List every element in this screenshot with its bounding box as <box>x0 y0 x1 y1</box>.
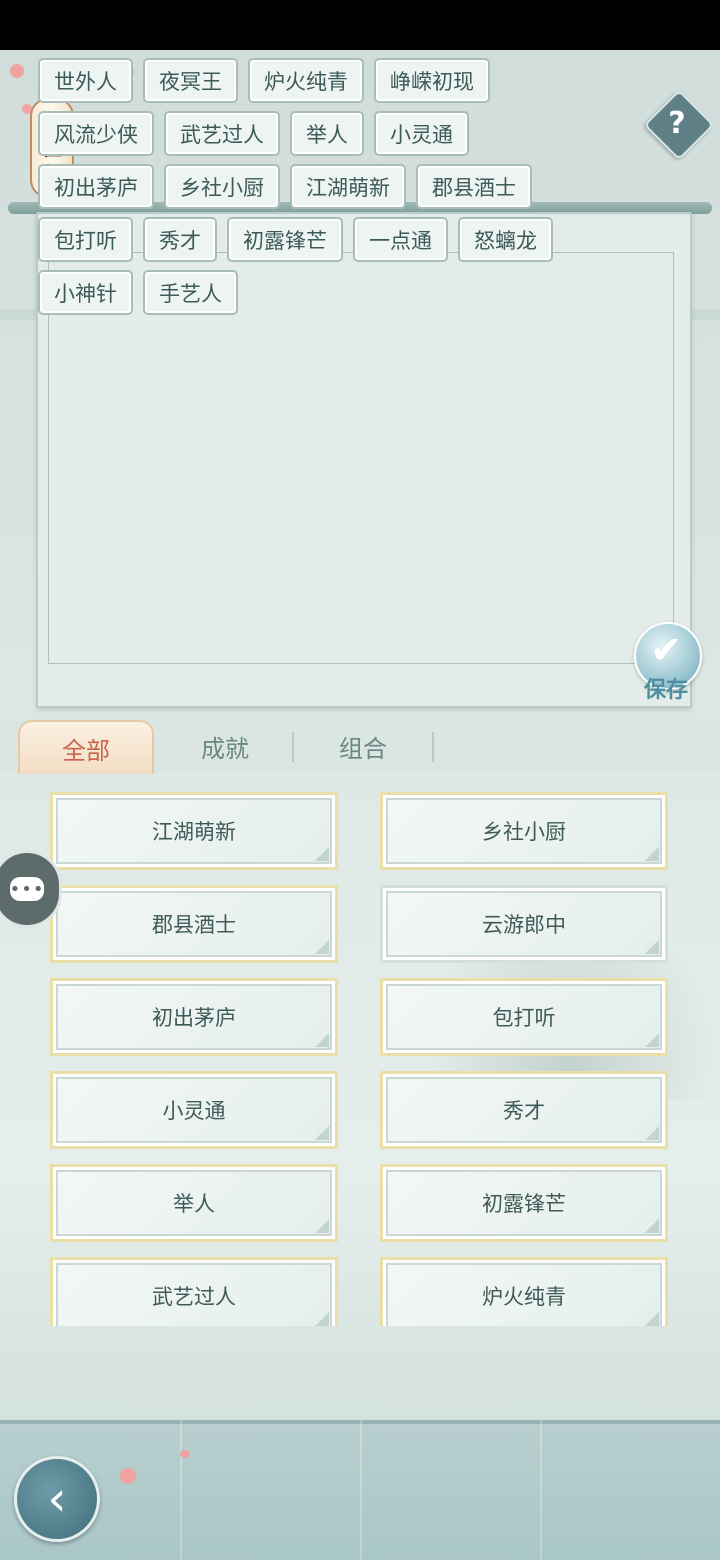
tag-row: 小神针 手艺人 <box>38 270 628 315</box>
title-card[interactable]: 武艺过人 <box>50 1257 338 1326</box>
tab-all[interactable]: 全部 <box>18 720 154 774</box>
title-card[interactable]: 秀才 <box>380 1071 668 1149</box>
tag-row: 初出茅庐 乡社小厨 江湖萌新 郡县酒士 <box>38 164 628 209</box>
status-bar <box>0 0 720 50</box>
back-button[interactable]: ‹ <box>14 1456 100 1542</box>
tab-combos[interactable]: 组合 <box>298 720 428 772</box>
title-card[interactable]: 云游郎中 <box>380 885 668 963</box>
owned-title-tag[interactable]: 包打听 <box>38 217 133 262</box>
owned-title-tag[interactable]: 手艺人 <box>143 270 238 315</box>
title-card[interactable]: 郡县酒士 <box>50 885 338 963</box>
title-card-label: 云游郎中 <box>482 913 566 937</box>
title-grid: 江湖萌新 乡社小厨郡县酒士 云游郎中初出茅庐 包打听小灵通 秀才举人 初露锋芒武艺过人 炉火… <box>50 792 670 1326</box>
title-card[interactable]: 初露锋芒 <box>380 1164 668 1242</box>
owned-title-tag[interactable]: 小灵通 <box>374 111 469 156</box>
owned-title-tag[interactable]: 江湖萌新 <box>290 164 406 209</box>
tab-divider <box>292 732 294 762</box>
tab-achievements[interactable]: 成就 <box>160 720 290 772</box>
title-card[interactable]: 炉火纯青 <box>380 1257 668 1326</box>
owned-title-tag[interactable]: 风流少侠 <box>38 111 154 156</box>
owned-title-tag[interactable]: 炉火纯青 <box>248 58 364 103</box>
title-card-label: 初出茅庐 <box>152 1006 236 1030</box>
check-icon[interactable]: ✔ <box>634 622 698 678</box>
back-arrow-icon: ‹ <box>47 1471 67 1527</box>
floor-plank <box>180 1420 182 1560</box>
title-card-label: 江湖萌新 <box>152 820 236 844</box>
tag-row: 包打听 秀才 初露锋芒 一点通 怒螭龙 <box>38 217 628 262</box>
owned-title-tag[interactable]: 举人 <box>290 111 364 156</box>
title-card[interactable]: 江湖萌新 <box>50 792 338 870</box>
chat-button[interactable]: ••• <box>0 850 62 928</box>
title-card-label: 小灵通 <box>162 1099 226 1123</box>
save-label[interactable]: 保存 <box>636 672 696 704</box>
owned-title-tag[interactable]: 一点通 <box>353 217 448 262</box>
petal-decoration <box>180 1450 190 1458</box>
owned-title-tag[interactable]: 郡县酒士 <box>416 164 532 209</box>
owned-title-tag[interactable]: 夜冥王 <box>143 58 238 103</box>
title-card[interactable]: 乡社小厨 <box>380 792 668 870</box>
help-icon[interactable]: ? <box>654 100 700 146</box>
petal-decoration <box>120 1468 136 1484</box>
title-card[interactable]: 包打听 <box>380 978 668 1056</box>
title-card-label: 郡县酒士 <box>152 913 236 937</box>
title-card-label: 武艺过人 <box>152 1285 236 1309</box>
owned-titles-list: 世外人 夜冥王 炉火纯青 峥嵘初现 风流少侠 武艺过人 举人 小灵通 初出茅庐 乡社小厨 江湖萌新郡… <box>38 58 628 323</box>
owned-title-tag[interactable]: 武艺过人 <box>164 111 280 156</box>
owned-title-tag[interactable]: 秀才 <box>143 217 217 262</box>
title-card-label: 举人 <box>173 1192 215 1216</box>
title-card[interactable]: 小灵通 <box>50 1071 338 1149</box>
chat-bubble-icon: ••• <box>9 877 45 901</box>
title-card-label: 秀才 <box>503 1099 545 1123</box>
blossom-decoration <box>10 64 24 78</box>
owned-title-tag[interactable]: 峥嵘初现 <box>374 58 490 103</box>
owned-title-tag[interactable]: 乡社小厨 <box>164 164 280 209</box>
tag-row: 世外人 夜冥王 炉火纯青 峥嵘初现 <box>38 58 628 103</box>
title-card[interactable]: 举人 <box>50 1164 338 1242</box>
title-card-label: 乡社小厨 <box>482 820 566 844</box>
owned-title-tag[interactable]: 小神针 <box>38 270 133 315</box>
title-card-label: 包打听 <box>492 1006 556 1030</box>
floor-plank <box>540 1420 542 1560</box>
title-card-label: 初露锋芒 <box>482 1192 566 1216</box>
floor-plank <box>360 1420 362 1560</box>
owned-title-tag[interactable]: 世外人 <box>38 58 133 103</box>
title-card[interactable]: 初出茅庐 <box>50 978 338 1056</box>
tag-row: 风流少侠 武艺过人 举人 小灵通 <box>38 111 628 156</box>
owned-title-tag[interactable]: 初露锋芒 <box>227 217 343 262</box>
tab-divider <box>432 732 434 762</box>
owned-title-tag[interactable]: 初出茅庐 <box>38 164 154 209</box>
title-card-label: 炉火纯青 <box>482 1285 566 1309</box>
owned-title-tag[interactable]: 怒螭龙 <box>458 217 553 262</box>
